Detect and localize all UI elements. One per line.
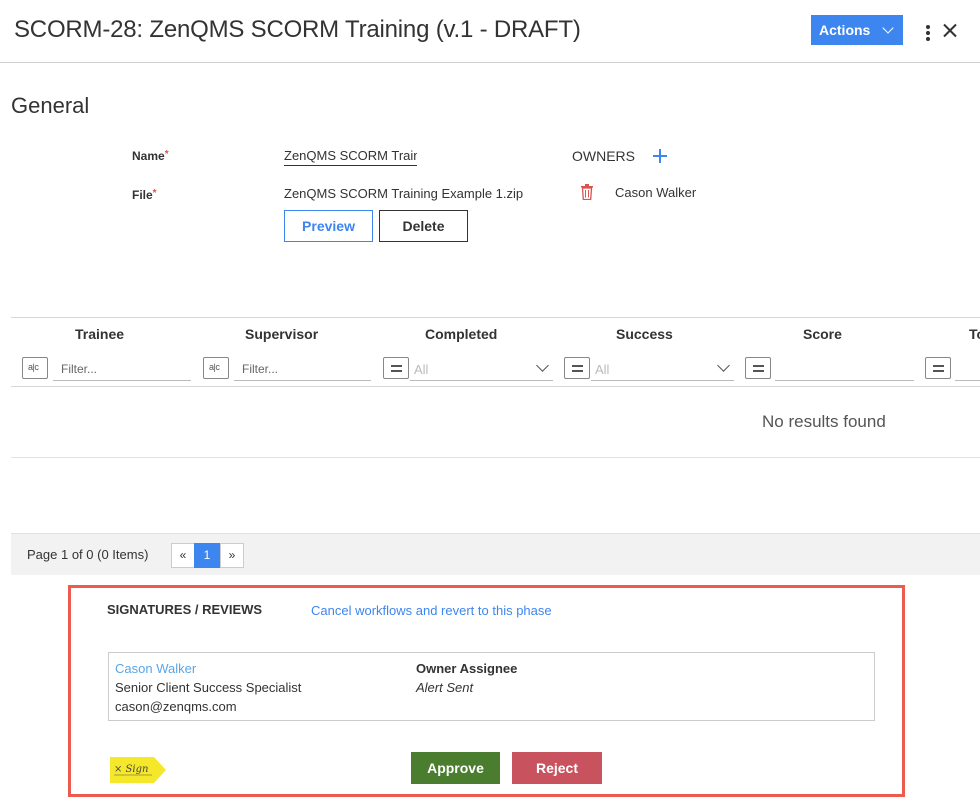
trash-icon[interactable] <box>580 184 594 200</box>
filter-mode-equals-icon[interactable] <box>745 357 771 379</box>
signer-email: cason@zenqms.com <box>115 699 237 714</box>
assignee-type: Owner Assignee <box>416 661 518 676</box>
name-label: Name* <box>132 149 169 163</box>
actions-label: Actions <box>819 22 871 38</box>
divider <box>11 457 980 458</box>
filter-mode-equals-icon[interactable] <box>383 357 409 379</box>
filter-mode-equals-icon[interactable] <box>564 357 590 379</box>
column-header-to[interactable]: To <box>969 326 980 342</box>
actions-dropdown-button[interactable]: Actions <box>811 15 903 45</box>
filter-mode-equals-icon[interactable] <box>925 357 951 379</box>
delete-button[interactable]: Delete <box>379 210 468 242</box>
close-icon[interactable] <box>942 22 958 38</box>
pager-next-button[interactable]: » <box>220 543 244 568</box>
assignment-status: Alert Sent <box>416 680 474 695</box>
cancel-workflows-link[interactable]: Cancel workflows and revert to this phas… <box>311 603 552 618</box>
trainee-filter-input[interactable] <box>53 357 191 381</box>
to-filter-input[interactable] <box>955 357 980 381</box>
empty-message: No results found <box>762 412 886 431</box>
completed-filter-select[interactable]: All <box>410 357 553 381</box>
pager-prev-button[interactable]: « <box>171 543 195 568</box>
page-header: SCORM-28: ZenQMS SCORM Training (v.1 - D… <box>0 0 980 63</box>
name-input[interactable] <box>284 146 417 166</box>
owner-name: Cason Walker <box>615 185 697 200</box>
column-header-score[interactable]: Score <box>803 326 842 342</box>
chevron-down-icon <box>536 359 549 372</box>
chevron-down-icon <box>717 359 730 372</box>
filter-mode-text-icon[interactable] <box>203 357 229 379</box>
column-header-trainee[interactable]: Trainee <box>75 326 124 342</box>
grid-filter-row: All All <box>11 347 980 387</box>
column-header-supervisor[interactable]: Supervisor <box>245 326 318 342</box>
pager-summary: Page 1 of 0 (0 Items) <box>27 547 149 562</box>
svg-text:× Sign: × Sign <box>114 764 148 775</box>
success-filter-select[interactable]: All <box>591 357 734 381</box>
file-label: File* <box>132 188 157 202</box>
xsign-icon[interactable]: × Sign <box>110 757 166 783</box>
score-filter-input[interactable] <box>775 357 914 381</box>
signer-name-link[interactable]: Cason Walker <box>115 661 196 676</box>
pager-page-1-button[interactable]: 1 <box>194 543 220 568</box>
chevron-down-icon <box>882 22 895 34</box>
signature-entry: Cason Walker Senior Client Success Speci… <box>108 652 875 721</box>
preview-button[interactable]: Preview <box>284 210 373 242</box>
filter-mode-text-icon[interactable] <box>22 357 48 379</box>
column-header-completed[interactable]: Completed <box>425 326 497 342</box>
signatures-title: SIGNATURES / REVIEWS <box>107 602 263 617</box>
reject-button[interactable]: Reject <box>512 752 602 784</box>
pager: Page 1 of 0 (0 Items) « 1 » <box>11 533 980 575</box>
column-header-success[interactable]: Success <box>616 326 673 342</box>
signer-role: Senior Client Success Specialist <box>115 680 302 695</box>
grid-header-row: Trainee Supervisor Completed Success Sco… <box>11 317 980 347</box>
section-title-general: General <box>11 93 90 118</box>
signatures-panel: SIGNATURES / REVIEWS Cancel workflows an… <box>68 585 905 797</box>
page-title: SCORM-28: ZenQMS SCORM Training (v.1 - D… <box>14 16 581 43</box>
owners-label: OWNERS <box>572 148 635 164</box>
more-vertical-icon[interactable] <box>926 25 930 41</box>
approve-button[interactable]: Approve <box>411 752 500 784</box>
add-owner-plus-icon[interactable] <box>653 149 667 163</box>
file-name: ZenQMS SCORM Training Example 1.zip <box>284 186 524 201</box>
supervisor-filter-input[interactable] <box>234 357 371 381</box>
